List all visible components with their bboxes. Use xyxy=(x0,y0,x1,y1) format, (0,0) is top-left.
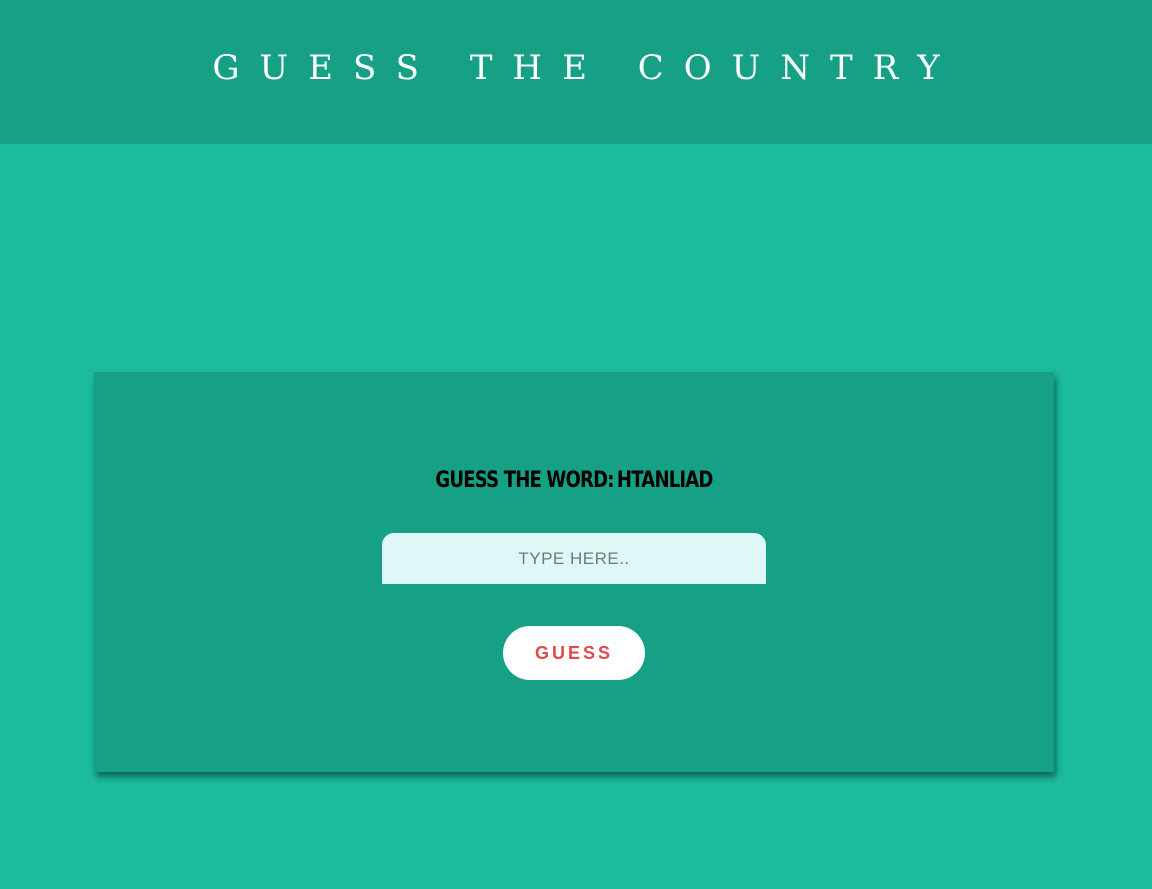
scrambled-word: HTANLIAD xyxy=(616,468,713,493)
guess-button[interactable]: GUESS xyxy=(503,626,645,680)
game-card: GUESS THE WORD:HTANLIAD GUESS xyxy=(94,372,1054,772)
app-title: Guess the Country xyxy=(212,48,960,88)
guess-input[interactable] xyxy=(382,533,766,584)
guess-prompt: GUESS THE WORD: HTANLIAD xyxy=(180,468,967,493)
header-bar: Guess the Country xyxy=(0,0,1152,144)
prompt-label: GUESS THE WORD: xyxy=(435,468,614,493)
